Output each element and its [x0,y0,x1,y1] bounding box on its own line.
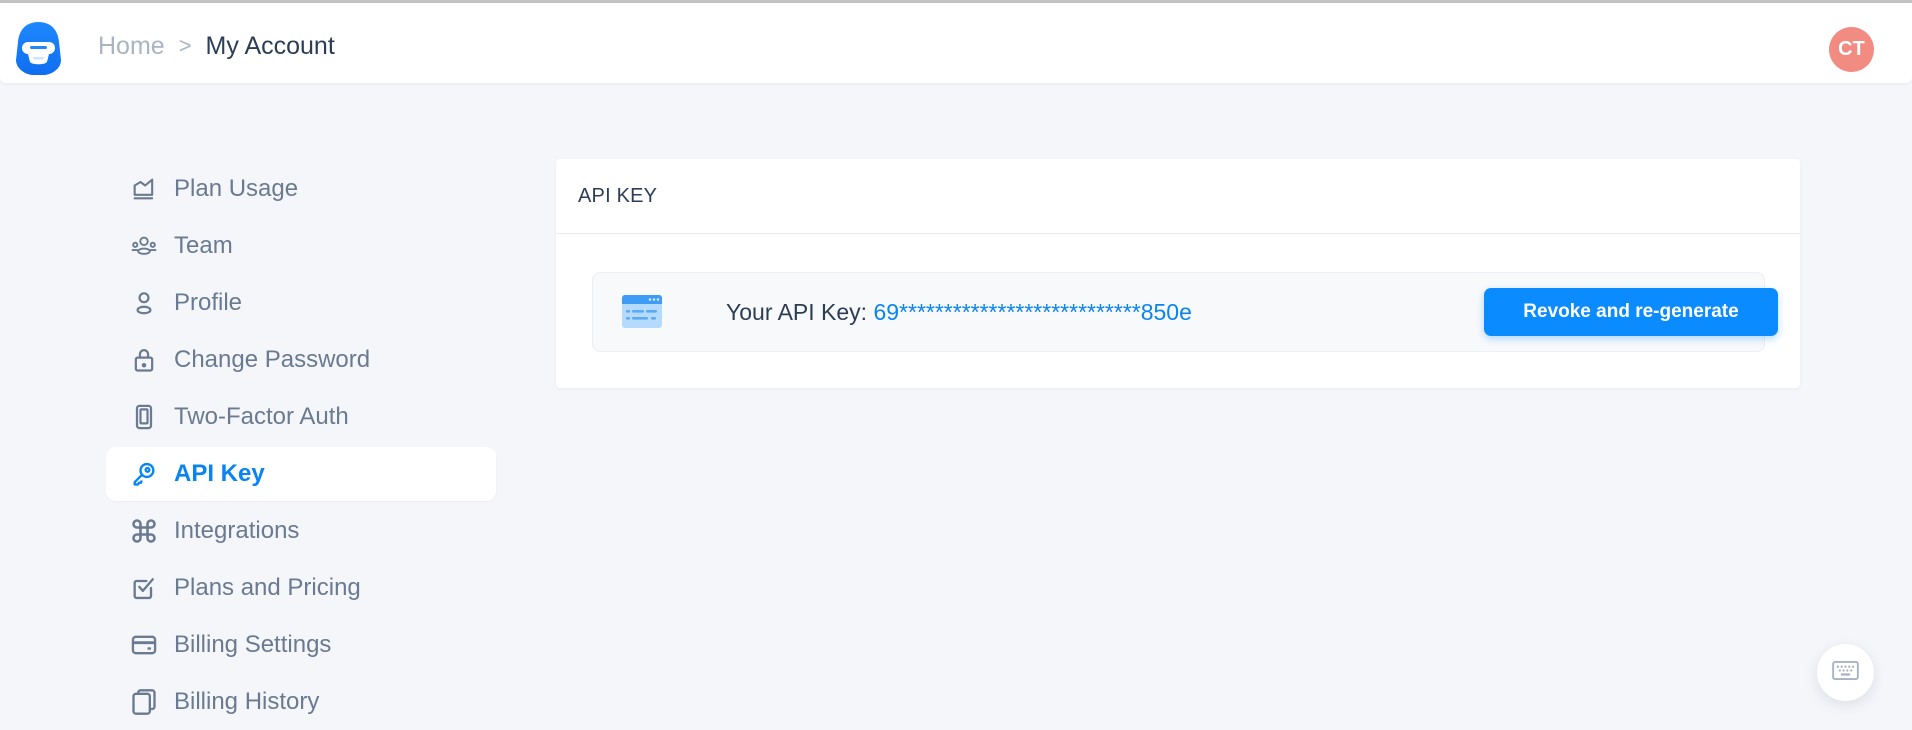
command-icon [128,515,160,547]
account-sidebar: Plan Usage Team Profile Change Password … [106,162,496,730]
sidebar-item-two-factor-auth[interactable]: Two-Factor Auth [106,390,496,444]
credit-card-icon [128,629,160,661]
keyboard-shortcuts-button[interactable] [1817,644,1874,701]
sidebar-item-label: API Key [174,460,265,487]
sidebar-item-api-key[interactable]: API Key [106,447,496,501]
sidebar-item-label: Two-Factor Auth [174,403,349,430]
sidebar-item-label: Integrations [174,517,300,544]
keyboard-icon [1832,660,1859,685]
lock-icon [128,344,160,376]
browser-window-icon [622,295,662,328]
breadcrumb: Home > My Account [98,31,335,61]
key-icon [128,458,160,490]
card-header: API KEY [556,159,1800,234]
sidebar-item-label: Billing Settings [174,631,332,658]
breadcrumb-current: My Account [205,32,335,60]
sidebar-item-team[interactable]: Team [106,219,496,273]
sidebar-item-plan-usage[interactable]: Plan Usage [106,162,496,216]
copy-icon [128,686,160,718]
app-logo[interactable] [15,20,62,76]
user-avatar[interactable]: CT [1829,27,1874,72]
top-header: Home > My Account CT [0,3,1912,83]
checkbox-icon [128,572,160,604]
chart-area-icon [128,173,160,205]
revoke-regenerate-button[interactable]: Revoke and re-generate [1484,288,1778,336]
sidebar-item-integrations[interactable]: Integrations [106,504,496,558]
sidebar-item-label: Billing History [174,688,320,715]
phone-icon [128,401,160,433]
api-key-label: Your API Key: [726,299,874,325]
sidebar-item-billing-history[interactable]: Billing History [106,675,496,729]
api-key-value[interactable]: 69***************************850e [873,299,1191,325]
api-key-text: Your API Key: 69************************… [726,297,1192,327]
card-title: API KEY [578,184,658,207]
sidebar-item-label: Profile [174,289,243,316]
sidebar-item-profile[interactable]: Profile [106,276,496,330]
sidebar-item-label: Change Password [174,346,371,373]
api-key-box: Your API Key: 69************************… [592,272,1778,352]
sidebar-item-label: Plan Usage [174,175,299,202]
user-icon [128,287,160,319]
sidebar-item-billing-settings[interactable]: Billing Settings [106,618,496,672]
breadcrumb-separator: > [178,33,192,58]
sidebar-item-label: Plans and Pricing [174,574,361,601]
team-icon [128,230,160,262]
sidebar-item-plans-and-pricing[interactable]: Plans and Pricing [106,561,496,615]
api-key-card: API KEY Your API Key: 69****************… [556,159,1800,388]
sidebar-item-label: Team [174,232,233,259]
breadcrumb-home-link[interactable]: Home [98,31,165,61]
sidebar-item-change-password[interactable]: Change Password [106,333,496,387]
